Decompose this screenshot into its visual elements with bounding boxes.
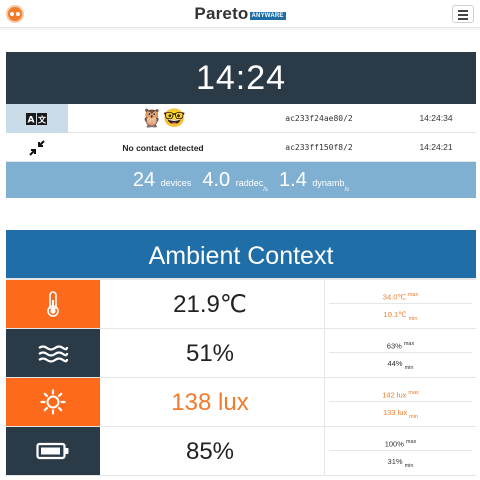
illuminance-value: 138 lux (171, 389, 249, 416)
humidity-max-value: 63% (386, 341, 402, 351)
temperature-max: 34.0℃ max (329, 286, 472, 304)
device-icon-cell (6, 133, 68, 162)
device-emoji: 🦉🤓 (140, 108, 186, 128)
device-row[interactable]: No contact detected ac233ff150f8/2 14:24… (6, 133, 476, 162)
brand-tag: ANYWARE (249, 11, 286, 20)
min-label: min (404, 364, 414, 371)
device-row[interactable]: A 文 🦉🤓 ac233f24ae80/2 14:24:34 (6, 104, 476, 133)
humidity-row: 51% 63% max 44% min (6, 329, 476, 378)
max-label: max (407, 292, 419, 298)
max-label: max (403, 341, 415, 347)
battery-max: 100% max (329, 433, 472, 451)
battery-icon (36, 442, 69, 460)
humidity-min: 44% min (325, 355, 476, 373)
humidity-min-value: 44% (387, 359, 403, 368)
raddec-per-second: /s (263, 187, 268, 193)
humidity-waves-icon (38, 345, 69, 363)
max-label: max (405, 439, 417, 445)
illuminance-min: 133 lux min (325, 404, 476, 422)
clock-time: 14:24 (6, 52, 476, 104)
collapse-arrows-icon (29, 139, 45, 156)
device-id: ac233ff150f8/2 (285, 143, 353, 152)
humidity-minmax: 63% max 44% min (324, 329, 476, 377)
illuminance-max: 142 lux max (329, 384, 472, 402)
device-icon-cell: A 文 (6, 104, 68, 133)
battery-row: 85% 100% max 31% min (6, 427, 476, 476)
stats-bar: 24 devices 4.0 raddec/s 1.4 dynamb/s (6, 162, 476, 198)
translate-icon: A 文 (26, 112, 47, 125)
svg-text:文: 文 (38, 114, 47, 124)
device-status: No contact detected (122, 142, 204, 153)
device-id: ac233f24ae80/2 (285, 114, 353, 123)
hamburger-icon (458, 10, 468, 12)
temperature-minmax: 34.0℃ max 10.1℃ min (324, 280, 476, 328)
temperature-icon-cell (6, 280, 100, 328)
min-label: min (409, 413, 419, 420)
illuminance-row: 138 lux 142 lux max 133 lux min (6, 378, 476, 427)
battery-min: 31% min (325, 453, 476, 471)
hamburger-icon-line (458, 18, 468, 20)
battery-min-value: 31% (387, 457, 403, 466)
temperature-min-value: 10.1℃ (383, 310, 407, 319)
temperature-row: 21.9℃ 34.0℃ max 10.1℃ min (6, 280, 476, 329)
min-label: min (404, 462, 414, 469)
temperature-max-value: 34.0℃ (382, 292, 406, 302)
humidity-max: 63% max (329, 335, 472, 353)
raddec-rate: 4.0 (202, 169, 231, 191)
hamburger-icon-line (458, 14, 468, 16)
max-label: max (408, 390, 419, 396)
raddec-unit: raddec (235, 178, 264, 188)
battery-value: 85% (185, 438, 235, 465)
humidity-icon-cell (6, 329, 100, 377)
min-label: min (408, 315, 418, 322)
dynamb-unit: dynamb (312, 178, 345, 188)
dynamb-rate: 1.4 (279, 169, 307, 191)
battery-minmax: 100% max 31% min (324, 427, 476, 475)
temperature-min: 10.1℃ min (325, 306, 476, 324)
battery-max-value: 100% (384, 439, 404, 449)
devices-count: 24 (132, 169, 156, 191)
temperature-value: 21.9℃ (173, 291, 247, 318)
illuminance-icon-cell (6, 378, 100, 426)
svg-text:A: A (28, 115, 35, 125)
device-time: 14:24:21 (419, 142, 453, 152)
sun-icon (40, 389, 66, 415)
menu-button[interactable] (452, 5, 474, 23)
battery-icon-cell (6, 427, 100, 475)
thermometer-icon (47, 291, 59, 317)
illuminance-min-value: 133 lux (382, 408, 408, 417)
device-time: 14:24:34 (419, 113, 453, 123)
illuminance-max-value: 142 lux (382, 390, 407, 400)
humidity-value: 51% (185, 340, 235, 367)
brand-title[interactable]: Pareto ANYWARE (0, 4, 480, 24)
dynamb-per-second: /s (344, 187, 350, 193)
ambient-context-panel: Ambient Context 21.9℃ 34.0℃ max 10.1℃ min … (6, 230, 476, 476)
clock-panel: 14:24 A 文 🦉🤓 ac233f24ae80/2 14:24:34 No … (6, 52, 476, 198)
brand-name: Pareto (194, 4, 249, 23)
illuminance-minmax: 142 lux max 133 lux min (324, 378, 476, 426)
ambient-title: Ambient Context (6, 230, 476, 280)
top-navbar: Pareto ANYWARE (0, 0, 480, 28)
devices-unit: devices (160, 178, 192, 188)
